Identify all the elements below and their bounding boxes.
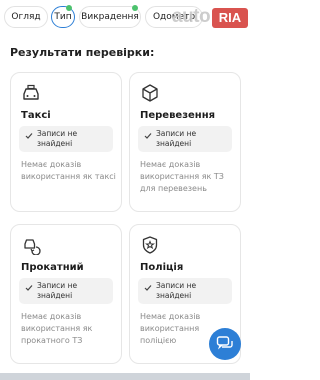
tab-type-label: Тип (54, 12, 72, 22)
rental-car-icon (24, 239, 41, 255)
watermark-text: auto (172, 6, 211, 27)
tab-theft[interactable]: Викрадення (79, 5, 141, 28)
tab-overview[interactable]: Огляд (4, 6, 48, 28)
status-badge: Записи не знайдені (19, 278, 113, 304)
card-title: Прокатний (21, 262, 84, 273)
watermark-logo: auto RIA (172, 4, 250, 30)
status-dot (132, 5, 138, 11)
result-card-taxi: Таксі Записи не знайдені Немає доказів в… (10, 72, 122, 212)
card-title: Перевезення (140, 110, 216, 121)
check-icon (25, 133, 33, 139)
status-dot (66, 5, 72, 11)
check-icon (144, 285, 152, 291)
result-card-rental: Прокатний Записи не знайдені Немає доказ… (10, 224, 122, 364)
chat-icon (216, 336, 233, 350)
card-description: Немає доказів використання як прокатного… (21, 312, 93, 345)
box-icon (142, 84, 158, 102)
check-icon (144, 133, 152, 139)
card-title: Таксі (21, 110, 51, 121)
chat-button[interactable] (209, 328, 241, 360)
status-badge-text: Записи не знайдені (156, 129, 197, 148)
card-title: Поліція (140, 262, 184, 273)
status-badge-text: Записи не знайдені (37, 129, 78, 148)
status-badge: Записи не знайдені (138, 278, 232, 304)
status-badge: Записи не знайдені (138, 126, 232, 152)
taxi-icon (23, 84, 39, 100)
check-icon (25, 285, 33, 291)
watermark-badge: RIA (212, 8, 248, 28)
card-description: Немає доказів використання як таксі (21, 160, 116, 181)
status-badge: Записи не знайдені (19, 126, 113, 152)
tab-type[interactable]: Тип (51, 5, 75, 28)
status-badge-text: Записи не знайдені (37, 281, 78, 300)
tab-theft-label: Викрадення (81, 12, 139, 22)
results-title: Результати перевірки: (10, 46, 155, 59)
bottom-bar (0, 373, 250, 380)
card-description: Немає доказів використання як ТЗ для пер… (140, 160, 224, 193)
status-badge-text: Записи не знайдені (156, 281, 197, 300)
result-card-transportation: Перевезення Записи не знайдені Немає док… (129, 72, 241, 212)
tab-overview-label: Огляд (11, 12, 41, 22)
police-badge-icon (142, 236, 158, 254)
